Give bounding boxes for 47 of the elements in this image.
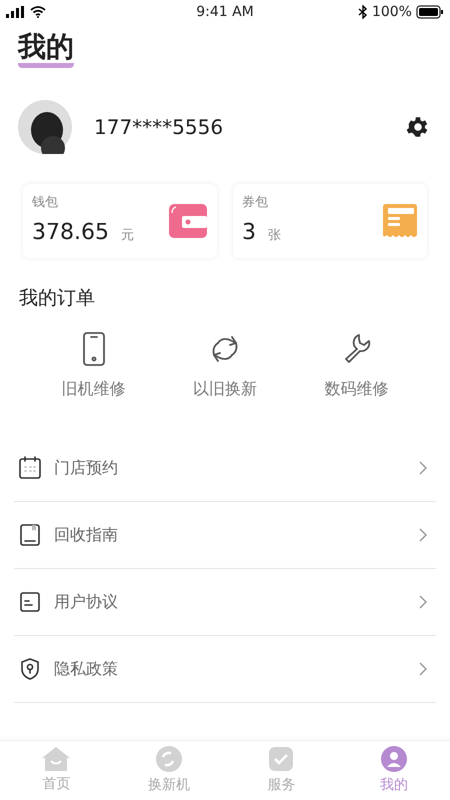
wallet-icon [168,203,208,239]
home-icon [41,746,72,772]
order-shortcut[interactable]: 旧机维修 [28,330,160,400]
signal-icon [6,6,26,18]
shield-icon [18,656,42,680]
menu-item[interactable]: 回收指南 [14,502,436,568]
avatar [18,100,72,154]
phone-number: 177****5556 [94,114,224,141]
menu-item[interactable]: 门店预约 [14,434,436,502]
chevron-right-icon [418,594,428,610]
refresh-icon [154,745,183,773]
tab[interactable]: 首页 [0,741,112,800]
balance-card[interactable]: 钱包 378.65 元 [23,184,217,258]
card-value: 378.65 [32,219,109,248]
tab[interactable]: 我的 [338,741,450,800]
service-icon [267,745,296,773]
chevron-right-icon [418,660,428,676]
tab[interactable]: 换新机 [112,741,225,800]
user-icon [380,745,408,773]
battery-icon [416,5,444,19]
menu-label: 隐私政策 [54,658,119,680]
menu-label: 门店预约 [54,456,119,478]
calendar-icon [18,456,42,480]
card-label: 券包 [242,194,269,212]
tab[interactable]: 服务 [225,741,338,800]
chevron-right-icon [418,526,428,542]
status-time: 9:41 AM [196,2,254,22]
card-unit: 张 [268,227,281,246]
card-unit: 元 [120,227,134,246]
menu-label: 用户协议 [54,590,119,612]
wifi-icon [30,6,46,18]
document-icon [18,590,42,614]
order-shortcut[interactable]: 以旧换新 [159,330,291,400]
menu-item[interactable]: 用户协议 [14,568,436,636]
menu-item[interactable]: 隐私政策 [14,636,436,702]
book-icon [18,522,42,546]
card-label: 钱包 [32,194,59,212]
card-value: 3 [242,219,256,248]
section-title: 我的订单 [18,286,96,311]
chevron-right-icon [418,460,428,476]
balance-card[interactable]: 券包 3 张 [233,184,427,258]
receipt-icon [382,203,418,239]
battery-percent: 100% [372,2,412,22]
bluetooth-icon [358,5,368,19]
order-shortcut[interactable]: 数码维修 [290,330,422,400]
menu-label: 回收指南 [54,524,119,546]
page-title: 我的 [18,32,74,68]
